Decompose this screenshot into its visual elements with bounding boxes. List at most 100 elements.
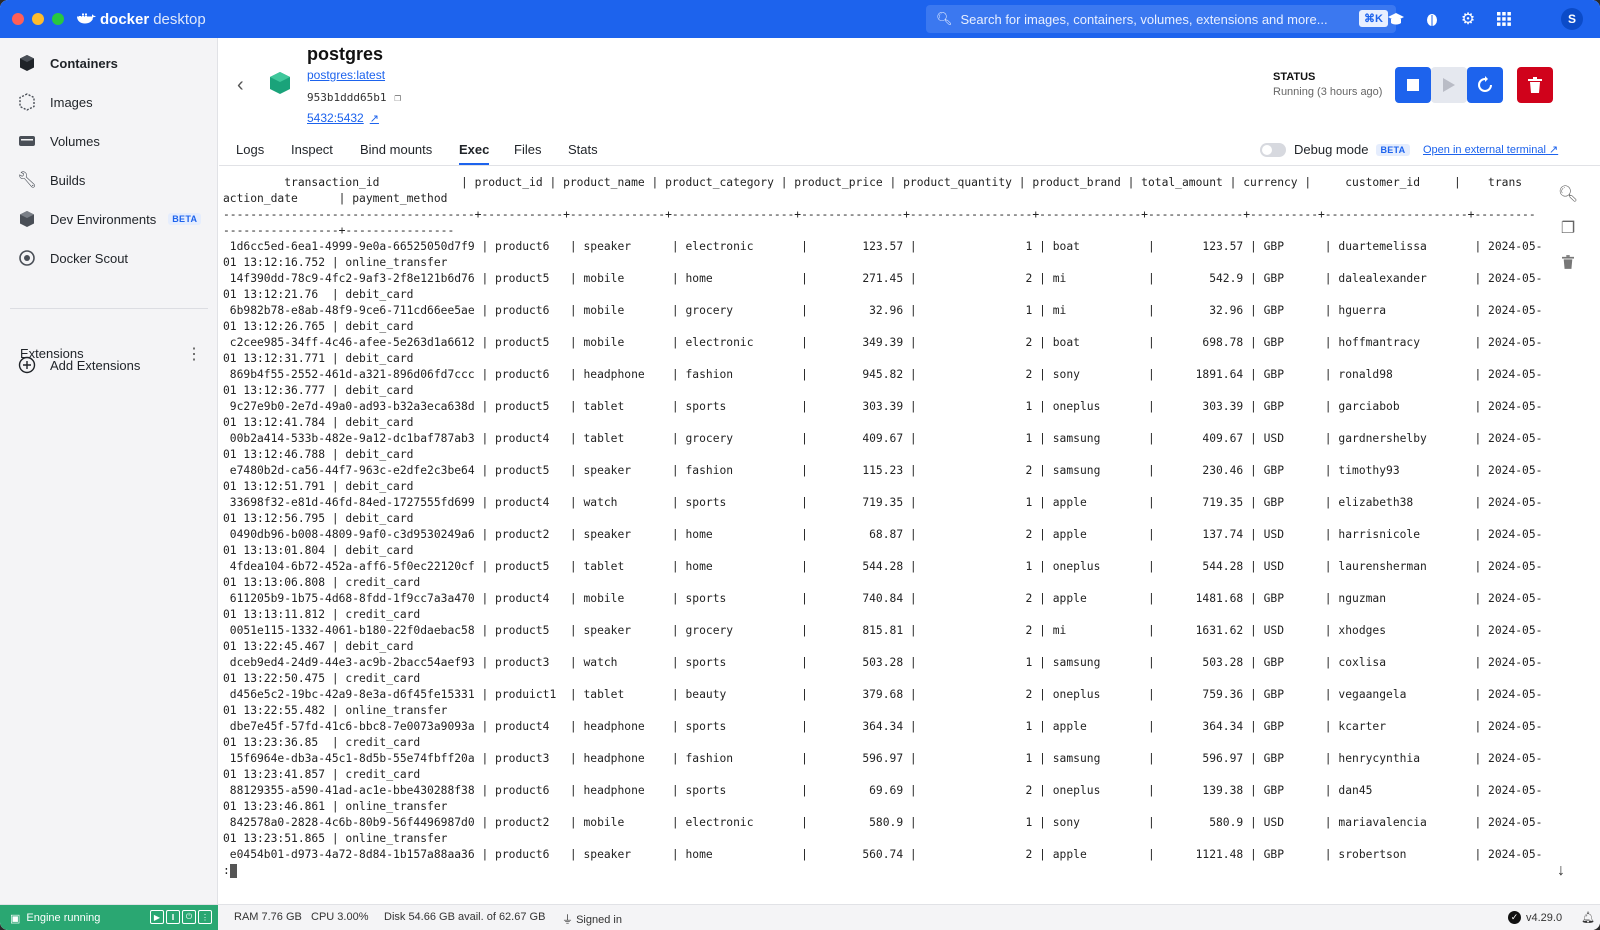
troubleshoot-bug-icon[interactable] — [1422, 9, 1442, 29]
delete-button[interactable] — [1517, 67, 1553, 103]
docker-logo: docker desktop — [76, 11, 206, 28]
engine-status[interactable]: ▣ Engine running ▶ ‖ ⏻ ⋮ — [0, 905, 218, 930]
sidebar-item-label: Docker Scout — [50, 250, 129, 266]
terminal-line: 15f6964e-db3a-45c1-8d5b-55e74fbff20a | p… — [223, 752, 1543, 765]
wrench-icon: 🔧︎ — [16, 172, 38, 189]
search-placeholder: Search for images, containers, volumes, … — [960, 11, 1328, 27]
terminal-line: 01 13:13:01.804 | debit_card — [223, 544, 414, 557]
sidebar-item-images[interactable]: Images — [16, 88, 93, 116]
trash-icon[interactable] — [1552, 248, 1584, 276]
terminal-prompt-line: : — [223, 863, 1542, 879]
tab-logs[interactable]: Logs — [236, 142, 264, 163]
stop-button[interactable] — [1395, 67, 1431, 103]
tab-exec[interactable]: Exec — [459, 142, 490, 165]
terminal-line: 01 13:13:11.812 | credit_card — [223, 608, 421, 621]
terminal-line: 88129355-a590-41ad-ac1e-bbe430288f38 | p… — [223, 784, 1543, 797]
terminal-line: dceb9ed4-24d9-44e3-ac9b-2bacc54aef93 | p… — [223, 656, 1543, 669]
sidebar: Containers Images Volumes 🔧︎ Builds Dev … — [0, 38, 218, 904]
sidebar-item-volumes[interactable]: Volumes — [16, 127, 100, 155]
tab-stats[interactable]: Stats — [568, 142, 598, 163]
cpu-usage: CPU 3.00% — [311, 911, 369, 923]
sidebar-divider — [10, 308, 208, 309]
terminal-line: 01 13:12:41.784 | debit_card — [223, 416, 414, 429]
image-icon — [16, 91, 38, 113]
global-search-input[interactable]: 🔍︎ Search for images, containers, volume… — [926, 5, 1396, 33]
terminal-line: 33698f32-e81d-46fd-84ed-1727555fd699 | p… — [223, 496, 1543, 509]
scroll-to-bottom-icon[interactable]: ↓ — [1557, 862, 1565, 880]
terminal-line: 1d6cc5ed-6ea1-4999-9e0a-66525050d7f9 | p… — [223, 240, 1543, 253]
version-info[interactable]: ✓ v4.29.0 🔔︎ — [1508, 911, 1595, 924]
engine-play-icon[interactable]: ▶ — [150, 910, 164, 924]
trash-icon — [1528, 77, 1542, 93]
sidebar-item-dev-environments[interactable]: Dev Environments BETA — [16, 205, 202, 233]
restart-button[interactable] — [1467, 67, 1503, 103]
terminal-line: 0051e115-1332-4061-b180-22f0daebac58 | p… — [223, 624, 1543, 637]
bell-icon[interactable]: 🔔︎ — [1581, 911, 1595, 924]
terminal-line: action_date | payment_method — [223, 192, 448, 205]
minimize-window-button[interactable] — [32, 13, 44, 25]
port-link[interactable]: 5432:5432 ↗ — [307, 111, 379, 125]
version-label: v4.29.0 — [1526, 911, 1563, 924]
search-icon[interactable]: 🔍︎ — [1552, 180, 1584, 208]
add-extensions-button[interactable]: Add Extensions — [16, 351, 140, 379]
sidebar-item-docker-scout[interactable]: Docker Scout — [16, 244, 128, 272]
signed-in-label: Signed in — [576, 914, 622, 926]
terminal-line: 01 13:12:56.795 | debit_card — [223, 512, 414, 525]
sidebar-item-builds[interactable]: 🔧︎ Builds — [16, 166, 86, 194]
terminal-line: 01 13:12:21.76 | debit_card — [223, 288, 414, 301]
terminal-line: 611205b9-1b75-4d68-8fdd-1f9cc7a3a470 | p… — [223, 592, 1543, 605]
exec-terminal[interactable]: transaction_id | product_id | product_na… — [219, 167, 1549, 887]
volume-icon — [16, 130, 38, 152]
terminal-line: 01 13:12:51.791 | debit_card — [223, 480, 414, 493]
whale-icon: ▣ — [10, 912, 21, 925]
debug-mode-toggle[interactable]: Debug mode BETA — [1260, 142, 1410, 157]
learning-center-icon[interactable] — [1386, 9, 1406, 29]
check-circle-icon: ✓ — [1508, 911, 1521, 924]
debug-toggle-switch[interactable] — [1260, 142, 1286, 157]
terminal-line: 0490db96-b008-4809-9af0-c3d9530249a6 | p… — [223, 528, 1543, 541]
sidebar-item-label: Dev Environments — [50, 211, 157, 227]
terminal-line: 01 13:12:31.771 | debit_card — [223, 352, 414, 365]
terminal-line: 01 13:23:41.857 | credit_card — [223, 768, 421, 781]
terminal-line: 01 13:23:46.861 | online_transfer — [223, 800, 448, 813]
copy-icon[interactable]: ❐ — [1552, 214, 1584, 242]
external-link-icon: ↗ — [369, 112, 379, 125]
terminal-line: -----------------+---------------- — [223, 224, 455, 237]
tab-inspect[interactable]: Inspect — [291, 142, 333, 163]
back-chevron-icon[interactable]: ‹ — [237, 74, 244, 97]
terminal-line: 4fdea104-6b72-452a-aff6-5f0ec22120cf | p… — [223, 560, 1543, 573]
sidebar-item-label: Containers — [50, 55, 118, 71]
status-footer: ▣ Engine running ▶ ‖ ⏻ ⋮ RAM 7.76 GB CPU… — [0, 904, 1600, 930]
terminal-line: 842578a0-2828-4c6b-80b9-56f4496987d0 | p… — [223, 816, 1543, 829]
settings-gear-icon[interactable]: ⚙ — [1458, 9, 1478, 29]
engine-pause-icon[interactable]: ‖ — [166, 910, 180, 924]
container-image-link[interactable]: postgres:latest — [307, 68, 385, 82]
play-icon — [1443, 78, 1455, 92]
status-label: STATUS — [1273, 71, 1316, 83]
title-bar: docker desktop 🔍︎ Search for images, con… — [0, 0, 1600, 38]
disk-usage: Disk 54.66 GB avail. of 62.67 GB — [384, 911, 546, 923]
sidebar-item-containers[interactable]: Containers — [16, 49, 118, 77]
user-avatar[interactable]: S — [1561, 8, 1583, 30]
copy-icon[interactable]: ❐ — [394, 91, 401, 104]
tab-files[interactable]: Files — [514, 142, 541, 163]
terminal-line: 01 13:22:45.467 | debit_card — [223, 640, 414, 653]
tab-bind-mounts[interactable]: Bind mounts — [360, 142, 432, 163]
stop-icon — [1407, 79, 1419, 91]
maximize-window-button[interactable] — [52, 13, 64, 25]
window-controls — [12, 13, 64, 25]
container-tabs: Logs Inspect Bind mounts Exec Files Stat… — [219, 138, 1600, 166]
terminal-line: 00b2a414-533b-482e-9a12-dc1baf787ab3 | p… — [223, 432, 1543, 445]
apps-grid-icon[interactable] — [1494, 9, 1514, 29]
terminal-output: transaction_id | product_id | product_na… — [223, 175, 1542, 879]
open-external-terminal-link[interactable]: Open in external terminal ↗ — [1423, 143, 1558, 156]
extensions-menu-icon[interactable]: ⋮ — [186, 344, 202, 364]
container-header: ‹ postgres postgres:latest 953b1ddd65b1 … — [219, 38, 1600, 138]
terminal-line: 01 13:22:50.475 | credit_card — [223, 672, 421, 685]
close-window-button[interactable] — [12, 13, 24, 25]
terminal-line: 01 13:22:55.482 | online_transfer — [223, 704, 448, 717]
beta-badge: BETA — [1376, 143, 1410, 156]
engine-power-icon[interactable]: ⏻ — [182, 910, 196, 924]
engine-menu-icon[interactable]: ⋮ — [198, 910, 212, 924]
start-button[interactable] — [1431, 67, 1467, 103]
